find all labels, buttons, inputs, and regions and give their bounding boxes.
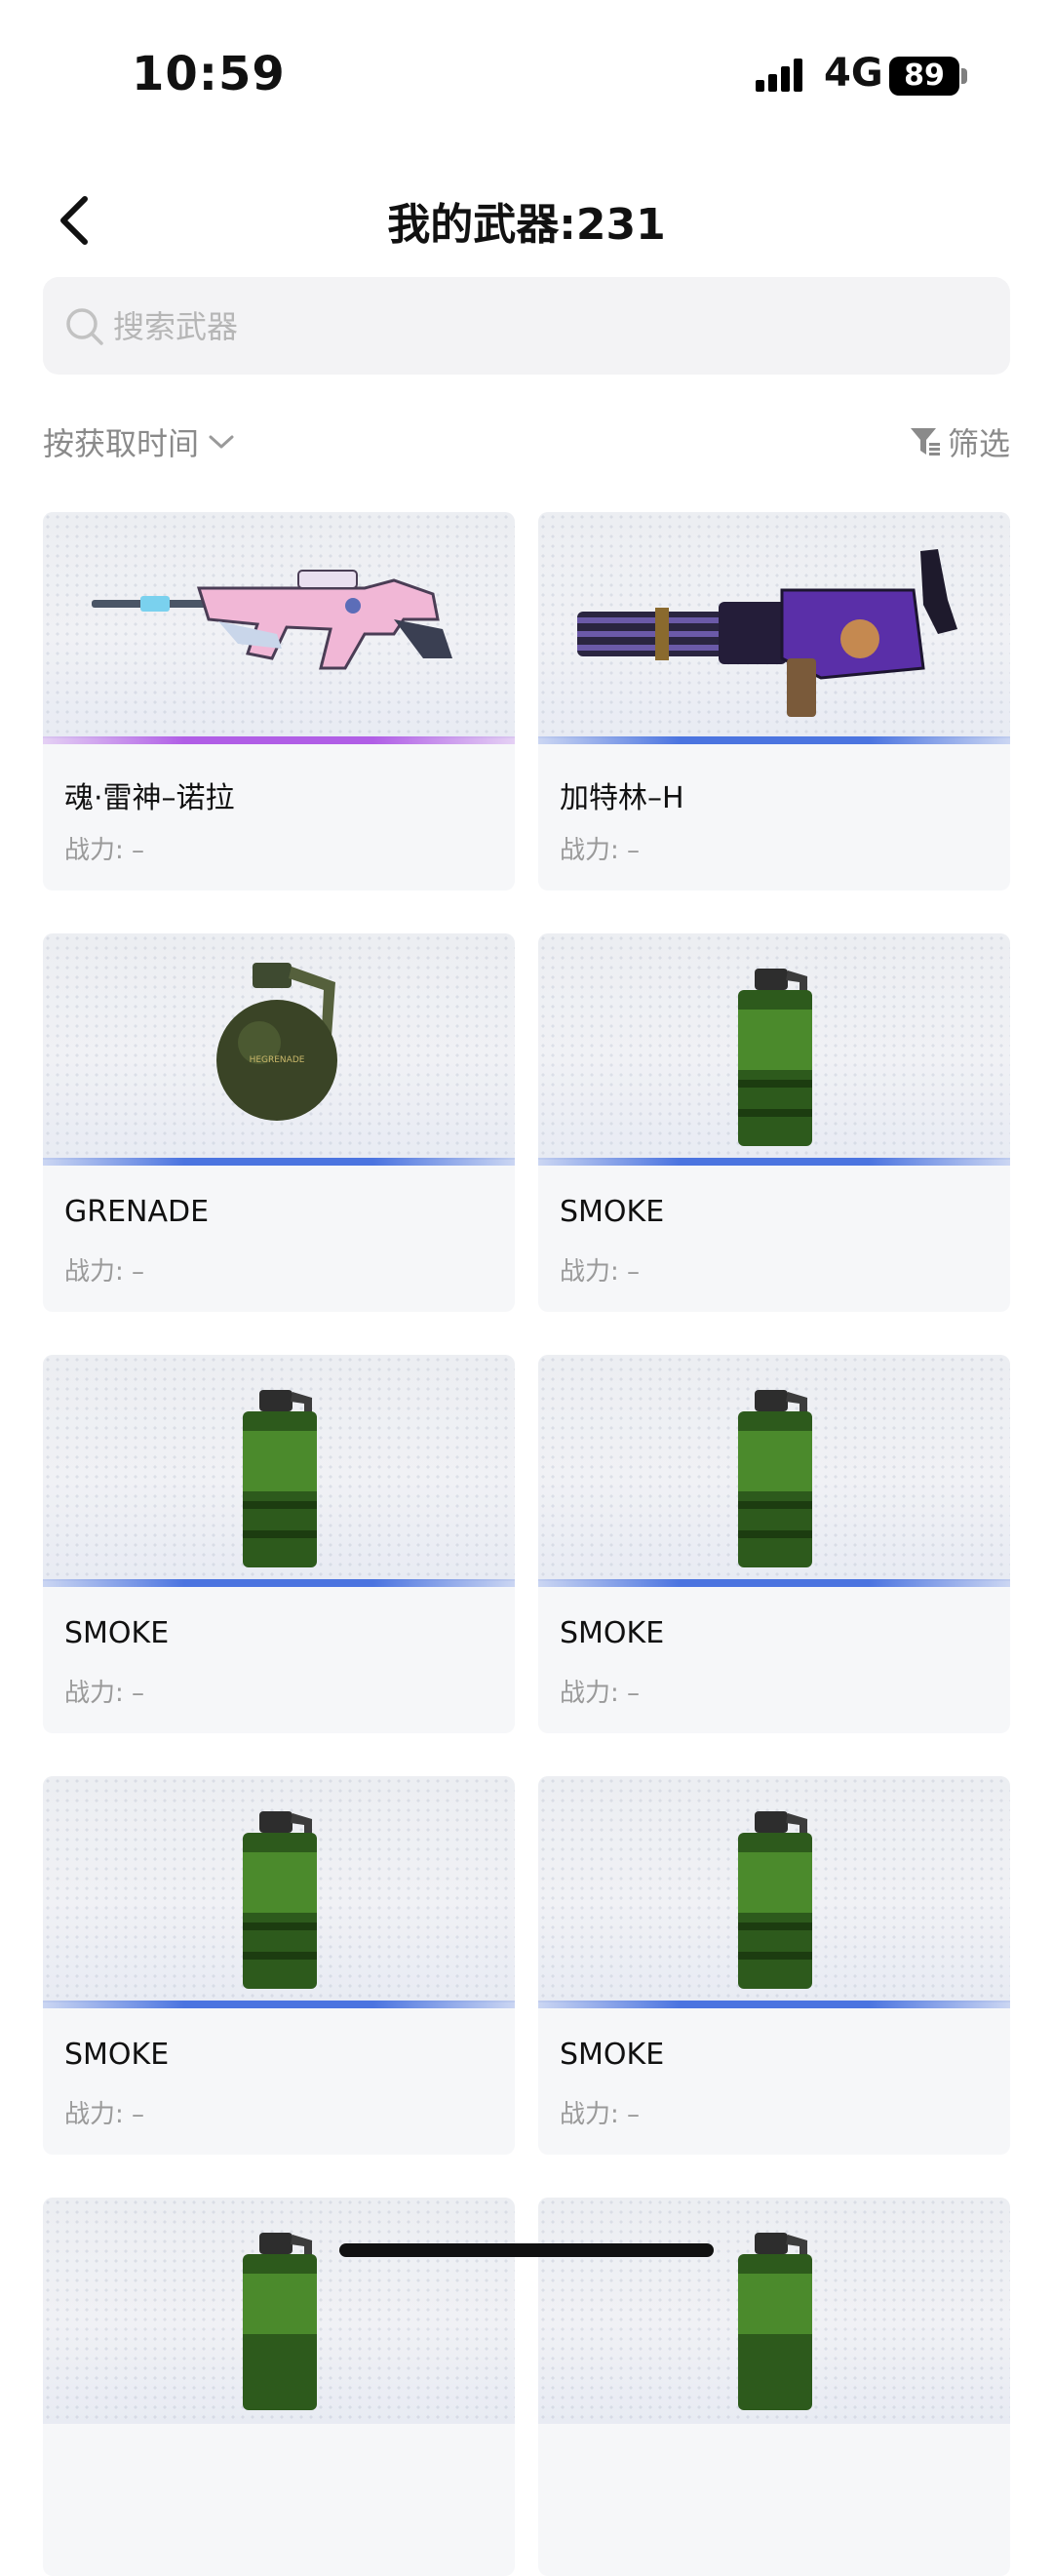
weapon-name: SMOKE <box>560 1195 665 1229</box>
rarity-bar <box>538 2001 1010 2008</box>
weapon-name: SMOKE <box>64 1616 170 1650</box>
weapon-power: 战力: – <box>560 2100 641 2129</box>
weapon-card[interactable]: SMOKE 战力: – <box>538 1776 1010 2155</box>
smoke-grenade-icon <box>243 1811 317 1989</box>
search-icon <box>66 308 103 345</box>
weapon-name: SMOKE <box>64 2038 170 2072</box>
weapon-power: 战力: – <box>560 1257 641 1287</box>
smoke-grenade-icon <box>738 969 812 1146</box>
rarity-bar <box>43 1158 515 1166</box>
weapon-power: 战力: – <box>64 836 145 865</box>
weapon-card[interactable]: SMOKE 战力: – <box>43 1776 515 2155</box>
svg-text:HEGRENADE: HEGRENADE <box>250 1055 305 1065</box>
rarity-bar <box>43 2001 515 2008</box>
weapon-image-area <box>43 1776 515 2002</box>
battery-level: 89 <box>889 57 959 96</box>
rarity-bar <box>43 736 515 744</box>
weapon-image-area <box>538 2198 1010 2424</box>
filter-button[interactable]: 筛选 <box>909 419 1010 464</box>
smoke-grenade-icon <box>243 2233 317 2410</box>
sort-label: 按获取时间 <box>43 425 200 462</box>
grenade-icon: HEGRENADE <box>216 963 337 1121</box>
network-type: 4G <box>824 51 883 96</box>
weapon-card[interactable]: SMOKE 战力: – <box>43 1355 515 1733</box>
search-bar[interactable] <box>43 277 1010 376</box>
weapon-card[interactable]: HEGRENADE GRENADE 战力: – <box>43 933 515 1312</box>
smoke-grenade-icon <box>243 1390 317 1567</box>
weapon-card[interactable]: SMOKE 战力: – <box>538 1355 1010 1733</box>
status-time: 10:59 <box>132 47 286 101</box>
weapon-name: 魂·雷神–诺拉 <box>64 781 235 815</box>
filter-label: 筛选 <box>947 425 1010 462</box>
smoke-grenade-icon <box>738 1390 812 1567</box>
weapon-power: 战力: – <box>64 2100 145 2129</box>
weapon-image-area <box>43 2198 515 2424</box>
gatling-gun-icon <box>577 549 957 717</box>
weapon-name: GRENADE <box>64 1195 210 1229</box>
filter-funnel-icon <box>910 428 940 456</box>
sort-dropdown[interactable]: 按获取时间 <box>43 419 236 464</box>
weapon-image-area <box>538 512 1010 738</box>
weapon-power: 战力: – <box>64 1257 145 1287</box>
search-input[interactable] <box>111 277 993 376</box>
weapon-image-area <box>43 512 515 738</box>
smoke-grenade-icon <box>738 2233 812 2410</box>
weapon-name: 加特林–H <box>560 781 684 815</box>
rarity-bar <box>538 736 1010 744</box>
weapon-image-area <box>43 1355 515 1581</box>
weapon-name: SMOKE <box>560 2038 665 2072</box>
smoke-grenade-icon <box>738 1811 812 1989</box>
page-title: 我的武器:231 <box>387 200 666 250</box>
weapon-image-area <box>538 1776 1010 2002</box>
pink-rifle-icon <box>92 570 452 670</box>
weapon-power: 战力: – <box>560 836 641 865</box>
page-header: 我的武器:231 <box>0 166 1053 273</box>
status-bar: 10:59 4G 89 <box>0 0 1053 146</box>
rarity-bar <box>43 1579 515 1587</box>
rarity-bar <box>538 1579 1010 1587</box>
weapon-image-area <box>538 933 1010 1160</box>
weapon-power: 战力: – <box>560 1679 641 1708</box>
weapon-image-area: HEGRENADE <box>43 933 515 1160</box>
weapon-name: SMOKE <box>560 1616 665 1650</box>
weapon-image-area <box>538 1355 1010 1581</box>
weapon-power: 战力: – <box>64 1679 145 1708</box>
home-indicator[interactable] <box>339 2243 714 2257</box>
battery-tip <box>961 68 967 84</box>
weapon-card[interactable]: 魂·雷神–诺拉 战力: – <box>43 512 515 891</box>
chevron-down-icon <box>209 435 234 449</box>
signal-icon <box>756 59 802 92</box>
rarity-bar <box>538 1158 1010 1166</box>
weapon-card[interactable]: SMOKE 战力: – <box>538 933 1010 1312</box>
weapon-card[interactable]: 加特林–H 战力: – <box>538 512 1010 891</box>
